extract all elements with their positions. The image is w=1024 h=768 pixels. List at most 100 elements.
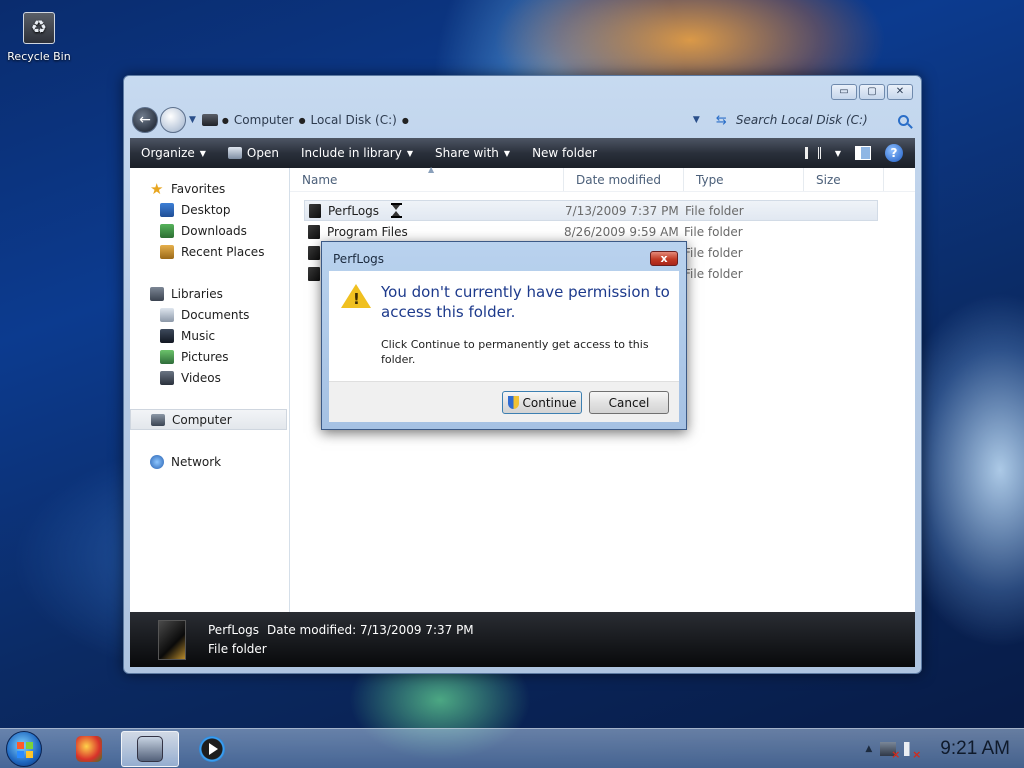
videos-icon bbox=[160, 370, 174, 385]
nav-videos[interactable]: Videos bbox=[130, 367, 289, 388]
nav-downloads[interactable]: Downloads bbox=[130, 220, 289, 241]
history-dropdown-icon[interactable]: ▼ bbox=[189, 115, 196, 125]
show-hidden-icons-icon[interactable]: ▲ bbox=[865, 744, 872, 754]
address-row: ← ▼ ● Computer ● Local Disk (C:) ● ▼ ⇆ S… bbox=[132, 106, 913, 134]
breadcrumb-computer[interactable]: Computer bbox=[234, 113, 294, 127]
uac-shield-icon bbox=[507, 396, 519, 409]
dialog-close-button[interactable]: x bbox=[650, 251, 678, 266]
new-folder-button[interactable]: New folder bbox=[521, 138, 608, 168]
folder-icon bbox=[308, 224, 320, 239]
volume-muted-icon[interactable] bbox=[904, 742, 921, 761]
folder-icon bbox=[308, 245, 320, 260]
taskbar-media-player[interactable] bbox=[183, 731, 241, 767]
nav-label: Libraries bbox=[171, 286, 223, 301]
nav-documents[interactable]: Documents bbox=[130, 304, 289, 325]
nav-music[interactable]: Music bbox=[130, 325, 289, 346]
open-button[interactable]: Open bbox=[217, 138, 290, 168]
column-header-size[interactable]: Size bbox=[804, 168, 884, 191]
details-pane: PerfLogs Date modified: 7/13/2009 7:37 PM… bbox=[130, 612, 915, 667]
dialog-main-instruction: You don't currently have permission to a… bbox=[381, 283, 670, 321]
nav-computer[interactable]: Computer bbox=[130, 409, 287, 430]
nav-label: Videos bbox=[181, 370, 221, 385]
new-folder-label: New folder bbox=[532, 146, 597, 160]
breadcrumb-separator-icon[interactable]: ● bbox=[402, 116, 409, 125]
file-name: Program Files bbox=[327, 224, 408, 239]
search-icon[interactable] bbox=[898, 114, 909, 126]
computer-icon bbox=[151, 413, 165, 426]
breadcrumb[interactable]: ● Computer ● Local Disk (C:) ● bbox=[201, 109, 680, 131]
network-status-icon[interactable] bbox=[880, 742, 900, 761]
media-player-icon bbox=[199, 736, 225, 762]
table-row[interactable]: PerfLogs 7/13/2009 7:37 PM File folder bbox=[304, 200, 878, 221]
breadcrumb-local-disk[interactable]: Local Disk (C:) bbox=[311, 113, 397, 127]
taskbar-internet-explorer[interactable] bbox=[60, 731, 118, 767]
search-placeholder: Search Local Disk (C:) bbox=[735, 113, 868, 127]
window-controls: ▭ ▢ ✕ bbox=[831, 84, 913, 100]
help-icon[interactable]: ? bbox=[885, 144, 903, 162]
search-input[interactable]: Search Local Disk (C:) bbox=[726, 109, 913, 131]
forward-button[interactable] bbox=[160, 107, 186, 133]
file-type: File folder bbox=[684, 224, 743, 239]
minimize-button[interactable]: ▭ bbox=[831, 84, 857, 100]
organize-button[interactable]: Organize ▼ bbox=[130, 138, 217, 168]
column-header-date-modified[interactable]: Date modified bbox=[564, 168, 684, 191]
folder-thumbnail-icon bbox=[158, 619, 186, 660]
folder-icon bbox=[308, 266, 320, 281]
clock[interactable]: 9:21 AM bbox=[940, 738, 1010, 760]
open-label: Open bbox=[246, 146, 279, 160]
back-button[interactable]: ← bbox=[132, 107, 158, 133]
file-type: File folder bbox=[685, 203, 744, 218]
busy-cursor-icon bbox=[391, 203, 403, 218]
libraries-icon bbox=[150, 286, 164, 301]
chevron-down-icon[interactable]: ▼ bbox=[835, 149, 841, 158]
nav-label: Favorites bbox=[171, 181, 226, 196]
nav-favorites[interactable]: ★ Favorites bbox=[130, 178, 289, 199]
address-dropdown-icon[interactable]: ▼ bbox=[693, 115, 700, 125]
file-date: 7/13/2009 7:37 PM bbox=[565, 203, 679, 218]
include-in-library-label: Include in library bbox=[300, 146, 402, 160]
nav-desktop[interactable]: Desktop bbox=[130, 199, 289, 220]
breadcrumb-separator-icon[interactable]: ● bbox=[299, 116, 306, 125]
nav-label: Pictures bbox=[181, 349, 229, 364]
share-with-button[interactable]: Share with ▼ bbox=[424, 138, 521, 168]
start-button[interactable] bbox=[6, 731, 42, 767]
preview-pane-icon[interactable] bbox=[855, 146, 871, 160]
continue-label: Continue bbox=[522, 395, 577, 410]
command-bar: Organize ▼ Open Include in library ▼ Share… bbox=[130, 138, 915, 168]
recycle-bin-desktop-icon[interactable]: ♻ Recycle Bin bbox=[6, 12, 72, 63]
table-row[interactable]: Program Files 8/26/2009 9:59 AM File fol… bbox=[304, 221, 878, 242]
breadcrumb-separator-icon[interactable]: ● bbox=[222, 116, 229, 125]
maximize-button[interactable]: ▢ bbox=[859, 84, 885, 100]
taskbar-windows-explorer[interactable] bbox=[121, 731, 179, 767]
close-button[interactable]: ✕ bbox=[887, 84, 913, 100]
toolbar-right: ▼ ? bbox=[804, 144, 915, 162]
sort-ascending-icon: ▲ bbox=[428, 165, 435, 174]
nav-libraries[interactable]: Libraries bbox=[130, 283, 289, 304]
dialog-content-text: Click Continue to permanently get access… bbox=[381, 338, 649, 366]
folder-icon bbox=[309, 203, 321, 218]
file-date: 8/26/2009 9:59 AM bbox=[564, 224, 679, 239]
drive-icon bbox=[201, 114, 218, 126]
nav-network[interactable]: Network bbox=[130, 451, 289, 472]
nav-pictures[interactable]: Pictures bbox=[130, 346, 289, 367]
nav-recent-places[interactable]: Recent Places bbox=[130, 241, 289, 262]
recent-places-icon bbox=[160, 244, 174, 259]
column-headers: ▲ Name Date modified Type Size bbox=[290, 165, 915, 192]
nav-label: Documents bbox=[181, 307, 250, 322]
continue-button[interactable]: Continue bbox=[502, 391, 582, 414]
change-view-icon[interactable] bbox=[804, 147, 821, 159]
nav-label: Desktop bbox=[181, 202, 231, 217]
recycle-bin-label: Recycle Bin bbox=[7, 50, 71, 63]
warning-icon bbox=[341, 284, 371, 308]
details-date-value: 7/13/2009 7:37 PM bbox=[359, 622, 474, 637]
details-date-label: Date modified: bbox=[267, 622, 357, 637]
include-in-library-button[interactable]: Include in library ▼ bbox=[290, 138, 424, 168]
windows-explorer-icon bbox=[137, 736, 163, 762]
internet-explorer-icon bbox=[76, 736, 102, 762]
column-header-type[interactable]: Type bbox=[684, 168, 804, 191]
dialog-body: You don't currently have permission to a… bbox=[329, 271, 679, 381]
column-header-name[interactable]: Name bbox=[290, 168, 564, 191]
taskbar: ▲ 9:21 AM bbox=[0, 728, 1024, 768]
chevron-down-icon: ▼ bbox=[503, 148, 511, 158]
cancel-button[interactable]: Cancel bbox=[589, 391, 669, 414]
